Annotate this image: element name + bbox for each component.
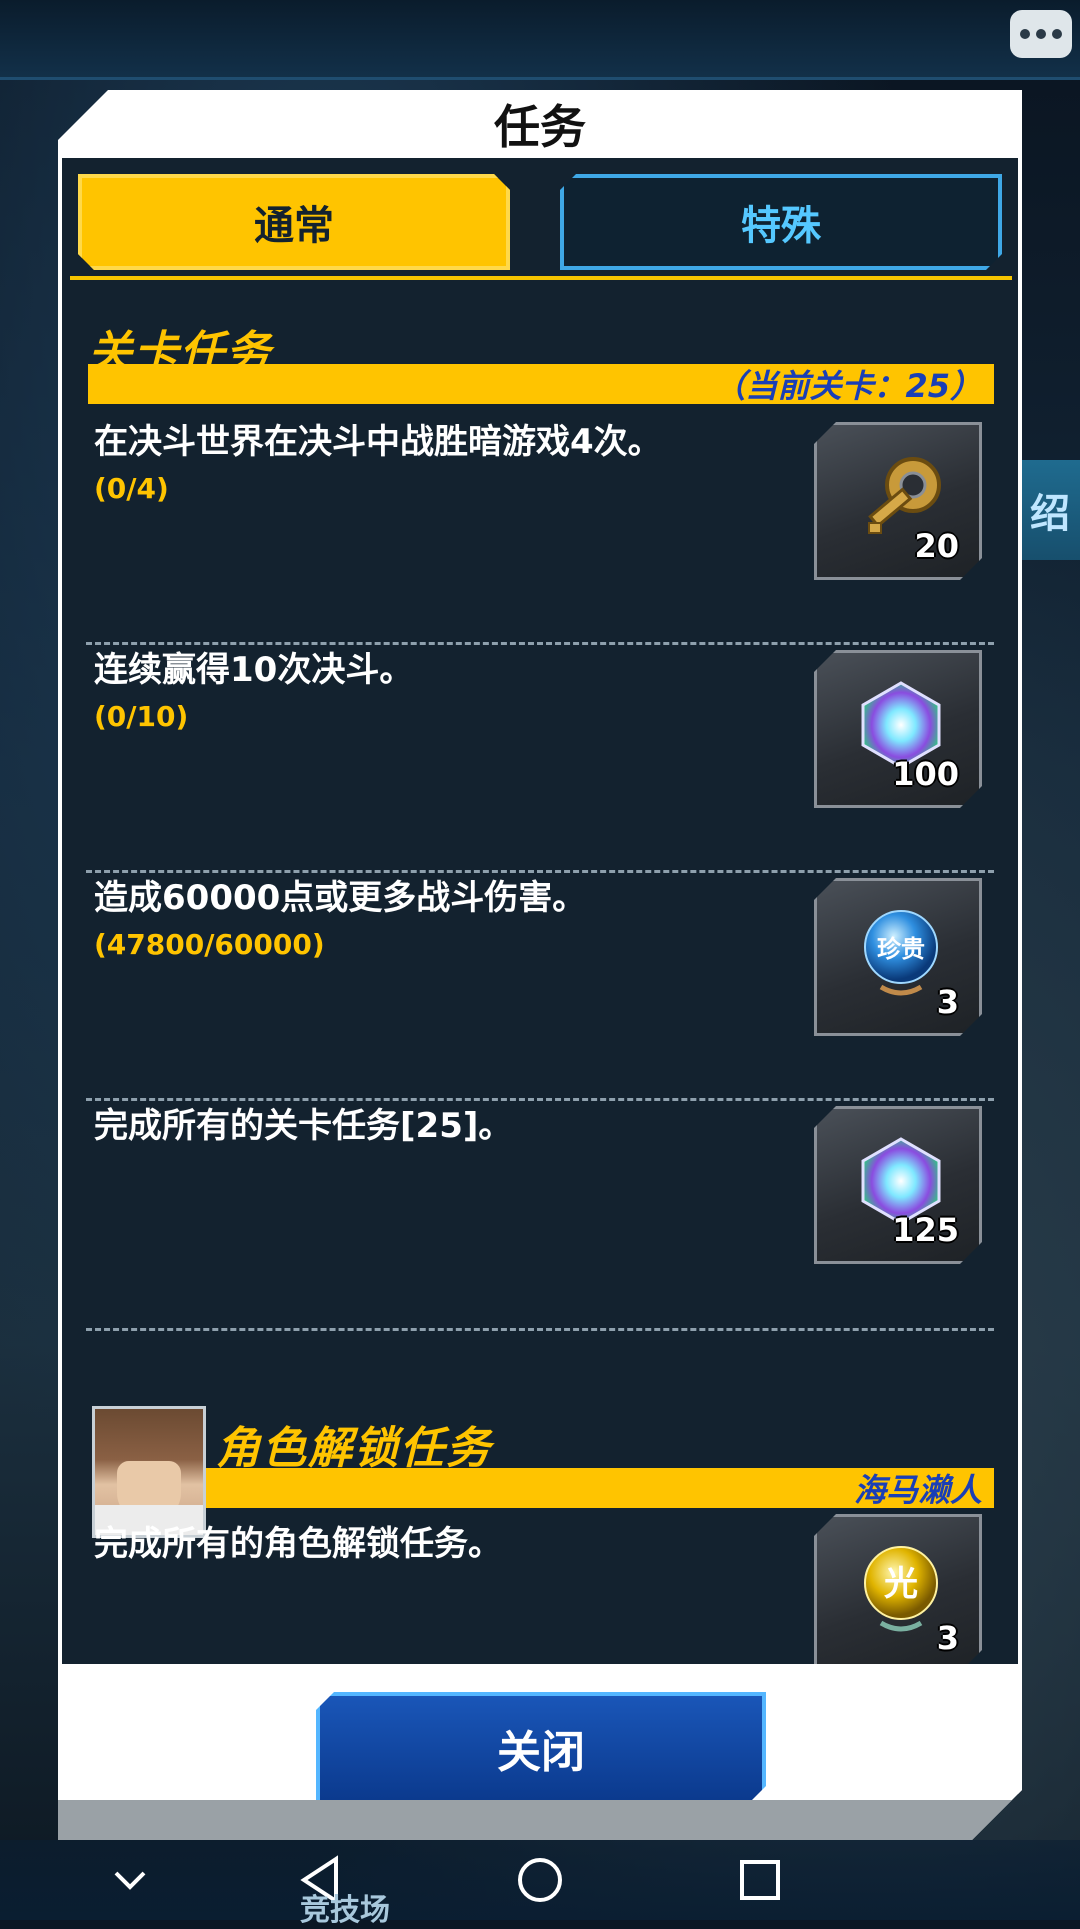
reward-count: 125 (892, 1211, 959, 1249)
reward-count: 3 (936, 1619, 959, 1657)
nav-recents-button[interactable] (730, 1840, 790, 1920)
mission-row: 造成60000点或更多战斗伤害。 (47800/60000) 珍贵 3 (86, 868, 994, 1096)
mission-row: 连续赢得10次决斗。 (0/10) 100 (86, 640, 994, 868)
recents-square-icon (740, 1860, 780, 1900)
background-nav-label: 竞技场 (300, 1893, 390, 1928)
mission-progress: (47800/60000) (94, 928, 325, 961)
mission-text: 连续赢得10次决斗。 (94, 650, 414, 690)
chevron-down-icon (114, 1871, 146, 1890)
mission-progress: (0/4) (94, 472, 169, 505)
character-name-bar: 海马濑人 (206, 1468, 994, 1508)
dialog-title: 任务 (494, 100, 586, 154)
home-circle-icon (518, 1858, 562, 1902)
close-area: 关闭 (58, 1664, 1022, 1794)
mission-text: 造成60000点或更多战斗伤害。 (94, 878, 587, 918)
reward-box[interactable]: 125 (814, 1106, 982, 1264)
mission-text: 在决斗世界在决斗中战胜暗游戏4次。 (94, 422, 662, 462)
mission-dialog: 任务 通常 特殊 关卡任务 （当前关卡：25） 在决斗世界在决斗中战胜暗游戏4次… (58, 90, 1022, 1840)
reward-box[interactable]: 20 (814, 422, 982, 580)
nav-home-button[interactable] (510, 1840, 570, 1920)
side-tag: 绍 (1020, 460, 1080, 560)
mission-text: 完成所有的关卡任务[25]。 (94, 1106, 513, 1146)
character-name: 海马濑人 (853, 1471, 982, 1509)
mission-progress: (0/10) (94, 700, 189, 733)
chat-dot-icon (1020, 29, 1030, 39)
character-section-title: 角色解锁任务 (216, 1423, 492, 1474)
dialog-content: 通常 特殊 关卡任务 （当前关卡：25） 在决斗世界在决斗中战胜暗游戏4次。 (… (62, 158, 1018, 1664)
reward-box[interactable]: 100 (814, 650, 982, 808)
chat-dot-icon (1052, 29, 1062, 39)
orb-glyph: 光 (884, 1564, 918, 1604)
orb-label: 珍贵 (877, 935, 925, 963)
tab-normal[interactable]: 通常 (78, 174, 510, 270)
reward-count: 100 (892, 755, 959, 793)
nav-collapse-button[interactable] (100, 1840, 160, 1920)
current-stage-label: （当前关卡：25） (713, 367, 982, 405)
divider (86, 1328, 994, 1331)
reward-count: 3 (936, 983, 959, 1021)
background-top-bar (0, 0, 1080, 80)
reward-box[interactable]: 光 3 (814, 1514, 982, 1672)
tab-special[interactable]: 特殊 (560, 174, 1002, 270)
android-nav-bar (0, 1840, 1080, 1920)
reward-box[interactable]: 珍贵 3 (814, 878, 982, 1036)
mission-text: 完成所有的角色解锁任务。 (94, 1524, 502, 1564)
dialog-bottom-strip (58, 1800, 1022, 1840)
character-avatar (92, 1406, 206, 1538)
current-stage-bar: （当前关卡：25） (88, 364, 994, 404)
mission-row: 在决斗世界在决斗中战胜暗游戏4次。 (0/4) 20 (86, 412, 994, 640)
close-button[interactable]: 关闭 (316, 1692, 766, 1804)
chat-dot-icon (1036, 29, 1046, 39)
chat-button[interactable] (1010, 10, 1072, 58)
reward-count: 20 (914, 527, 959, 565)
tab-bar: 通常 特殊 (70, 164, 1012, 280)
mission-row: 完成所有的关卡任务[25]。 125 (86, 1096, 994, 1324)
